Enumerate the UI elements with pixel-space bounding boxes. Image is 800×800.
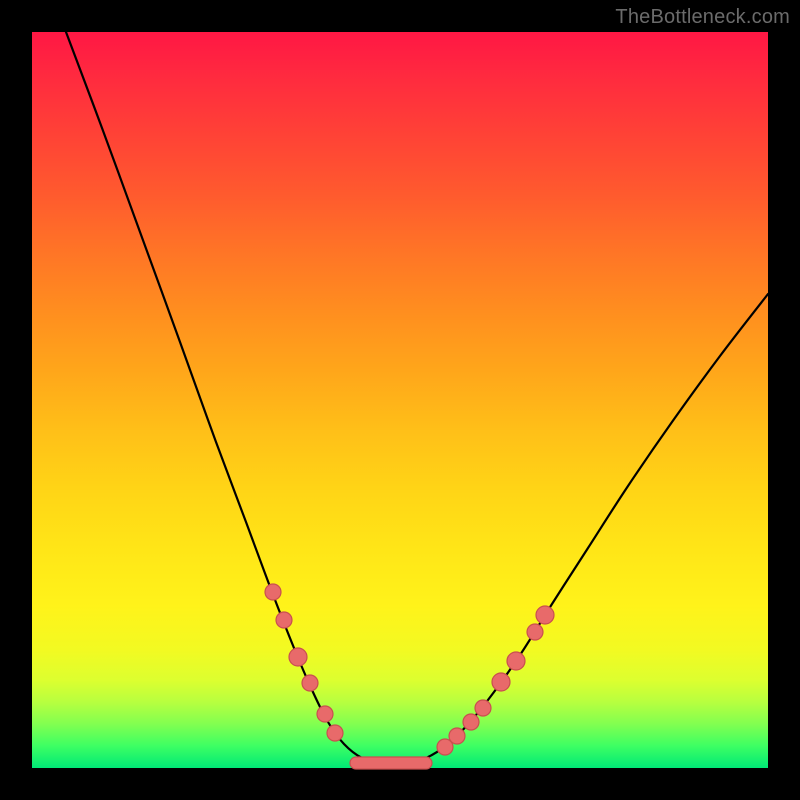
- chart-svg: [32, 32, 768, 768]
- marker-right-4: [492, 673, 510, 691]
- marker-right-7: [536, 606, 554, 624]
- markers-left-group: [265, 584, 343, 741]
- marker-right-2: [463, 714, 479, 730]
- watermark-text: TheBottleneck.com: [615, 6, 790, 29]
- marker-left-3: [302, 675, 318, 691]
- marker-left-0: [265, 584, 281, 600]
- markers-right-group: [437, 606, 554, 755]
- plot-area: [32, 32, 768, 768]
- chart-frame: TheBottleneck.com: [0, 0, 800, 800]
- marker-left-2: [289, 648, 307, 666]
- marker-left-5: [327, 725, 343, 741]
- marker-left-4: [317, 706, 333, 722]
- bottleneck-curve: [66, 32, 768, 765]
- marker-right-3: [475, 700, 491, 716]
- marker-right-1: [449, 728, 465, 744]
- marker-right-5: [507, 652, 525, 670]
- marker-left-1: [276, 612, 292, 628]
- curve-valley-band: [350, 757, 432, 769]
- marker-right-6: [527, 624, 543, 640]
